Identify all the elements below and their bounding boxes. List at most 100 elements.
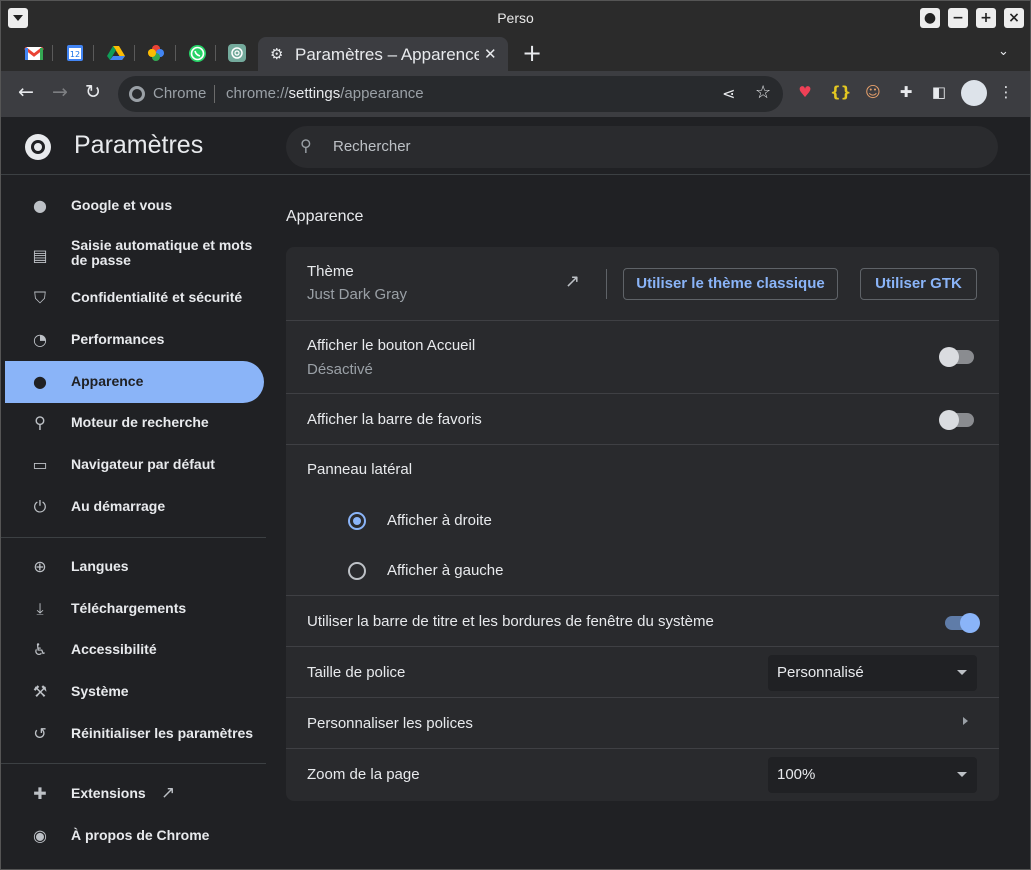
home-button-status: Désactivé <box>307 361 373 378</box>
system-titlebar-label: Utiliser la barre de titre et les bordur… <box>307 613 714 630</box>
side-panel-right-radio[interactable] <box>348 512 366 530</box>
theme-row: Thème Just Dark Gray ↗ Utiliser le thème… <box>286 247 999 321</box>
bookmarks-bar-toggle[interactable] <box>939 410 974 430</box>
sidebar-item-privacy[interactable]: ⛉ Confidentialité et sécurité <box>5 277 264 319</box>
face-extension-icon[interactable]: ☺ <box>863 83 883 105</box>
chrome-label: Chrome <box>153 85 207 102</box>
menu-kebab-icon[interactable]: ⋮ <box>996 83 1016 105</box>
window-close-button[interactable]: × <box>1004 8 1024 28</box>
search-icon: ⚲ <box>300 136 312 155</box>
sidebar-item-system[interactable]: ⚒ Système <box>5 671 264 713</box>
pinned-tab-drive[interactable] <box>105 43 127 63</box>
sidebar-divider <box>1 537 266 538</box>
use-gtk-button[interactable]: Utiliser GTK <box>860 268 977 300</box>
side-panel-left-label[interactable]: Afficher à gauche <box>387 562 503 579</box>
settings-header: Paramètres ⚲ Rechercher <box>1 117 1030 175</box>
side-panel-row: Panneau latéral Afficher à droite Affich… <box>286 444 999 596</box>
json-extension-icon[interactable]: {} <box>830 83 851 105</box>
window-title: Perso <box>497 10 534 26</box>
window-minimize-button[interactable]: − <box>948 8 968 28</box>
page-zoom-label: Zoom de la page <box>307 766 420 783</box>
sidebar-item-about[interactable]: ◉ À propos de Chrome <box>5 815 264 857</box>
reload-icon: ↻ <box>85 81 101 103</box>
person-icon: ● <box>33 196 47 215</box>
bookmark-star-icon[interactable]: ☆ <box>755 82 771 103</box>
home-button-label: Afficher le bouton Accueil <box>307 337 476 354</box>
arrow-left-icon: ← <box>18 81 34 103</box>
system-titlebar-toggle[interactable] <box>945 613 980 633</box>
tab-settings[interactable]: ⚙ Paramètres – Apparence ✕ <box>258 37 508 71</box>
home-button-row[interactable]: Afficher le bouton Accueil Désactivé <box>286 320 999 394</box>
sidebar-item-google[interactable]: ● Google et vous <box>5 185 264 227</box>
tab-search-button[interactable]: ⌄ <box>998 44 1009 59</box>
font-size-select[interactable]: Personnalisé <box>768 655 977 691</box>
share-icon[interactable]: ⋖ <box>722 84 735 103</box>
chatgpt-icon <box>228 44 246 62</box>
page-zoom-select[interactable]: 100% <box>768 757 977 793</box>
reload-button[interactable]: ↻ <box>85 81 101 103</box>
svg-text:12: 12 <box>70 50 80 59</box>
gmail-icon <box>24 46 44 60</box>
side-panel-left-radio[interactable] <box>348 562 366 580</box>
customize-fonts-label: Personnaliser les polices <box>307 715 473 732</box>
browser-icon: ▭ <box>32 455 48 474</box>
bookmarks-bar-row[interactable]: Afficher la barre de favoris <box>286 393 999 445</box>
pinned-tab-photos[interactable] <box>145 43 167 63</box>
window-maximize-button[interactable]: + <box>976 8 996 28</box>
sidebar-item-accessibility[interactable]: ♿ Accessibilité <box>5 629 264 671</box>
home-button-toggle[interactable] <box>939 347 974 367</box>
pinned-tab-gmail[interactable] <box>23 43 45 63</box>
pinned-tab-calendar[interactable]: 12 <box>64 43 86 63</box>
bookmarks-bar-label: Afficher la barre de favoris <box>307 411 482 428</box>
open-external-icon[interactable]: ↗ <box>565 271 580 292</box>
globe-icon: ⊕ <box>33 557 47 576</box>
font-size-row: Taille de police Personnalisé <box>286 646 999 698</box>
sidebar-item-extensions[interactable]: ✚ Extensions ↗ <box>5 773 264 815</box>
pinned-tab-whatsapp[interactable] <box>186 43 208 63</box>
system-titlebar-row[interactable]: Utiliser la barre de titre et les bordur… <box>286 595 999 647</box>
sidebar-divider <box>1 763 266 764</box>
sidebar-item-reset[interactable]: ↺ Réinitialiser les paramètres <box>5 713 264 755</box>
wrench-icon: ⚒ <box>32 682 48 701</box>
chrome-logo-icon <box>25 134 51 160</box>
chrome-icon: ◉ <box>33 826 47 845</box>
pinned-tab-chatgpt[interactable] <box>226 43 248 63</box>
theme-value: Just Dark Gray <box>307 286 408 303</box>
chrome-icon <box>129 86 145 102</box>
window-sticky-button[interactable]: ● <box>920 8 940 28</box>
sidebar-item-autofill[interactable]: ▤ Saisie automatique et mots de passe <box>5 231 264 281</box>
sidebar-item-languages[interactable]: ⊕ Langues <box>5 546 264 588</box>
section-title: Apparence <box>286 208 364 225</box>
forward-button[interactable]: → <box>52 81 68 103</box>
settings-search-input[interactable]: ⚲ Rechercher <box>286 126 998 168</box>
clipboard-icon: ▤ <box>32 246 48 265</box>
profile-avatar[interactable] <box>961 80 987 106</box>
settings-sidebar: ● Google et vous ▤ Saisie automatique et m… <box>1 176 271 869</box>
pocket-extension-icon[interactable]: ♥ <box>795 83 815 105</box>
browser-window: Perso ● − + × 12 ⚙ Paramètres – Apparenc… <box>0 0 1031 870</box>
side-panel-right-label[interactable]: Afficher à droite <box>387 512 492 529</box>
customize-fonts-row[interactable]: Personnaliser les polices <box>286 697 999 749</box>
shield-icon: ⛉ <box>33 288 46 307</box>
whatsapp-icon <box>188 44 206 62</box>
power-icon: ⏻ <box>33 497 47 516</box>
close-tab-icon[interactable]: ✕ <box>484 45 497 63</box>
sidebar-item-startup[interactable]: ⏻ Au démarrage <box>5 486 264 528</box>
puzzle-extensions-icon[interactable]: ✚ <box>896 83 916 105</box>
gear-icon: ⚙ <box>270 45 284 63</box>
sidebar-item-default-browser[interactable]: ▭ Navigateur par défaut <box>5 444 264 486</box>
restore-icon: ↺ <box>33 724 47 743</box>
side-panel-icon[interactable]: ◧ <box>929 83 949 105</box>
sidebar-item-downloads[interactable]: ⤓ Téléchargements <box>5 588 264 630</box>
sidebar-item-appearance[interactable]: ● Apparence <box>5 361 264 403</box>
sidebar-item-search-engine[interactable]: ⚲ Moteur de recherche <box>5 402 264 444</box>
address-bar[interactable]: Chrome chrome://settings/appearance ⋖ ☆ <box>118 76 783 112</box>
sidebar-item-performance[interactable]: ◔ Performances <box>5 319 264 361</box>
back-button[interactable]: ← <box>18 81 34 103</box>
side-panel-label: Panneau latéral <box>307 461 413 478</box>
download-icon: ⤓ <box>36 599 44 618</box>
use-classic-theme-button[interactable]: Utiliser le thème classique <box>623 268 838 300</box>
url-text: chrome://settings/appearance <box>226 85 424 102</box>
new-tab-button[interactable]: + <box>522 39 542 67</box>
tab-strip: 12 ⚙ Paramètres – Apparence ✕ + ⌄ <box>1 35 1030 71</box>
